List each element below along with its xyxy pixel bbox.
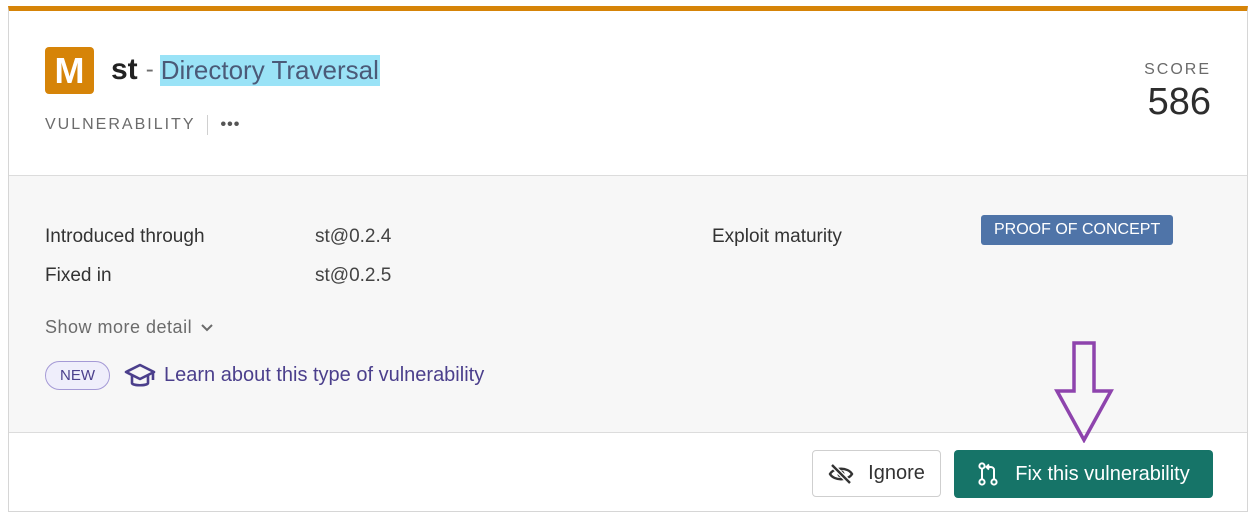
more-options-button[interactable]: ••• bbox=[220, 117, 240, 133]
show-more-detail-toggle[interactable]: Show more detail bbox=[45, 317, 214, 338]
score-label: SCORE bbox=[1144, 61, 1211, 78]
ignore-button[interactable]: Ignore bbox=[812, 450, 941, 497]
pull-request-icon bbox=[977, 462, 999, 486]
issue-type-label: VULNERABILITY bbox=[45, 116, 196, 133]
introduced-through-label: Introduced through bbox=[45, 226, 205, 247]
fixed-in-label: Fixed in bbox=[45, 265, 112, 286]
ignore-label: Ignore bbox=[868, 462, 925, 484]
divider bbox=[207, 115, 209, 135]
graduation-cap-icon bbox=[124, 362, 156, 390]
fix-vulnerability-button[interactable]: Fix this vulnerability bbox=[954, 450, 1213, 498]
type-row: VULNERABILITY ••• bbox=[45, 115, 240, 135]
fixed-in-value: st@0.2.5 bbox=[315, 265, 392, 286]
card-header: M st - Directory Traversal VULNERABILITY… bbox=[9, 11, 1247, 176]
learn-row: NEW Learn about this type of vulnerabili… bbox=[45, 361, 484, 390]
exploit-maturity-badge: PROOF OF CONCEPT bbox=[981, 215, 1174, 245]
vulnerability-title[interactable]: Directory Traversal bbox=[159, 54, 380, 86]
down-arrow-icon bbox=[1053, 341, 1115, 448]
show-more-label: Show more detail bbox=[45, 317, 193, 337]
eye-slash-icon bbox=[828, 462, 854, 485]
fix-label: Fix this vulnerability bbox=[1015, 462, 1190, 485]
score-value: 586 bbox=[1147, 81, 1211, 123]
severity-badge: M bbox=[45, 47, 94, 94]
vulnerability-heading: st - Directory Traversal bbox=[111, 53, 380, 87]
introduced-through-value: st@0.2.4 bbox=[315, 226, 392, 247]
package-name: st bbox=[111, 53, 138, 86]
learn-vulnerability-link[interactable]: Learn about this type of vulnerability bbox=[164, 364, 484, 387]
exploit-maturity-label: Exploit maturity bbox=[712, 226, 842, 247]
new-badge: NEW bbox=[45, 361, 110, 390]
score-box: SCORE 586 bbox=[1144, 61, 1211, 124]
title-separator: - bbox=[145, 56, 154, 83]
chevron-down-icon bbox=[200, 317, 214, 338]
